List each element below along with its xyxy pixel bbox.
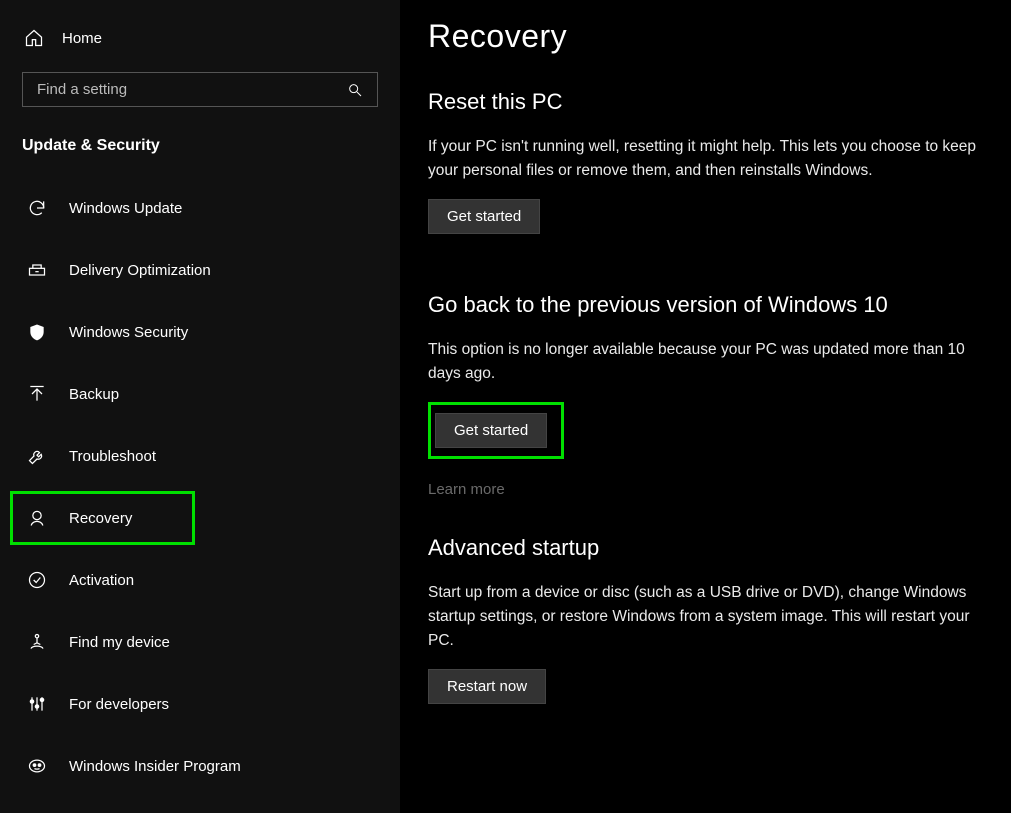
sync-icon	[27, 198, 47, 218]
sidebar-item-label: Windows Insider Program	[69, 758, 241, 775]
sidebar-item-find-my-device[interactable]: Find my device	[10, 615, 390, 669]
sidebar-item-windows-update[interactable]: Windows Update	[10, 181, 390, 235]
category-header: Update & Security	[10, 131, 390, 177]
sidebar-item-label: Backup	[69, 386, 119, 403]
sidebar-item-label: Troubleshoot	[69, 448, 156, 465]
sidebar-home[interactable]: Home	[10, 20, 390, 64]
sidebar-item-label: Windows Security	[69, 324, 188, 341]
home-icon	[24, 28, 44, 48]
search-icon	[347, 82, 363, 98]
backup-icon	[27, 384, 47, 404]
insider-icon	[27, 756, 47, 776]
reset-heading: Reset this PC	[428, 89, 983, 115]
home-label: Home	[62, 30, 102, 47]
advanced-heading: Advanced startup	[428, 535, 983, 561]
sidebar-item-label: For developers	[69, 696, 169, 713]
shield-icon	[27, 322, 47, 342]
sidebar-item-troubleshoot[interactable]: Troubleshoot	[10, 429, 390, 483]
settings-sidebar: Home Find a setting Update & Security Wi…	[0, 0, 400, 813]
page-title: Recovery	[428, 18, 983, 55]
section-advanced-startup: Advanced startup Start up from a device …	[428, 535, 983, 704]
sidebar-item-windows-security[interactable]: Windows Security	[10, 305, 390, 359]
goback-get-started-button[interactable]: Get started	[435, 413, 547, 448]
section-reset-pc: Reset this PC If your PC isn't running w…	[428, 89, 983, 234]
sidebar-item-backup[interactable]: Backup	[10, 367, 390, 421]
sidebar-item-delivery-optimization[interactable]: Delivery Optimization	[10, 243, 390, 297]
advanced-description: Start up from a device or disc (such as …	[428, 581, 983, 653]
search-input[interactable]: Find a setting	[22, 72, 378, 107]
highlight-box: Get started	[428, 402, 564, 459]
goback-heading: Go back to the previous version of Windo…	[428, 292, 983, 318]
search-placeholder: Find a setting	[37, 81, 127, 98]
main-content: Recovery Reset this PC If your PC isn't …	[400, 0, 1011, 813]
location-icon	[27, 632, 47, 652]
delivery-icon	[27, 260, 47, 280]
sidebar-item-for-developers[interactable]: For developers	[10, 677, 390, 731]
sidebar-item-label: Recovery	[69, 510, 132, 527]
reset-description: If your PC isn't running well, resetting…	[428, 135, 983, 183]
section-go-back: Go back to the previous version of Windo…	[428, 292, 983, 499]
sidebar-nav: Windows Update Delivery Optimization Win…	[10, 177, 390, 797]
sidebar-item-label: Activation	[69, 572, 134, 589]
wrench-icon	[27, 446, 47, 466]
recovery-icon	[27, 508, 47, 528]
sidebar-item-label: Find my device	[69, 634, 170, 651]
reset-get-started-button[interactable]: Get started	[428, 199, 540, 234]
sidebar-item-label: Windows Update	[69, 200, 182, 217]
learn-more-link[interactable]: Learn more	[428, 481, 505, 498]
goback-description: This option is no longer available becau…	[428, 338, 983, 386]
sidebar-item-insider-program[interactable]: Windows Insider Program	[10, 739, 390, 793]
sidebar-item-activation[interactable]: Activation	[10, 553, 390, 607]
check-circle-icon	[27, 570, 47, 590]
restart-now-button[interactable]: Restart now	[428, 669, 546, 704]
developers-icon	[27, 694, 47, 714]
sidebar-item-label: Delivery Optimization	[69, 262, 211, 279]
sidebar-item-recovery[interactable]: Recovery	[10, 491, 195, 545]
